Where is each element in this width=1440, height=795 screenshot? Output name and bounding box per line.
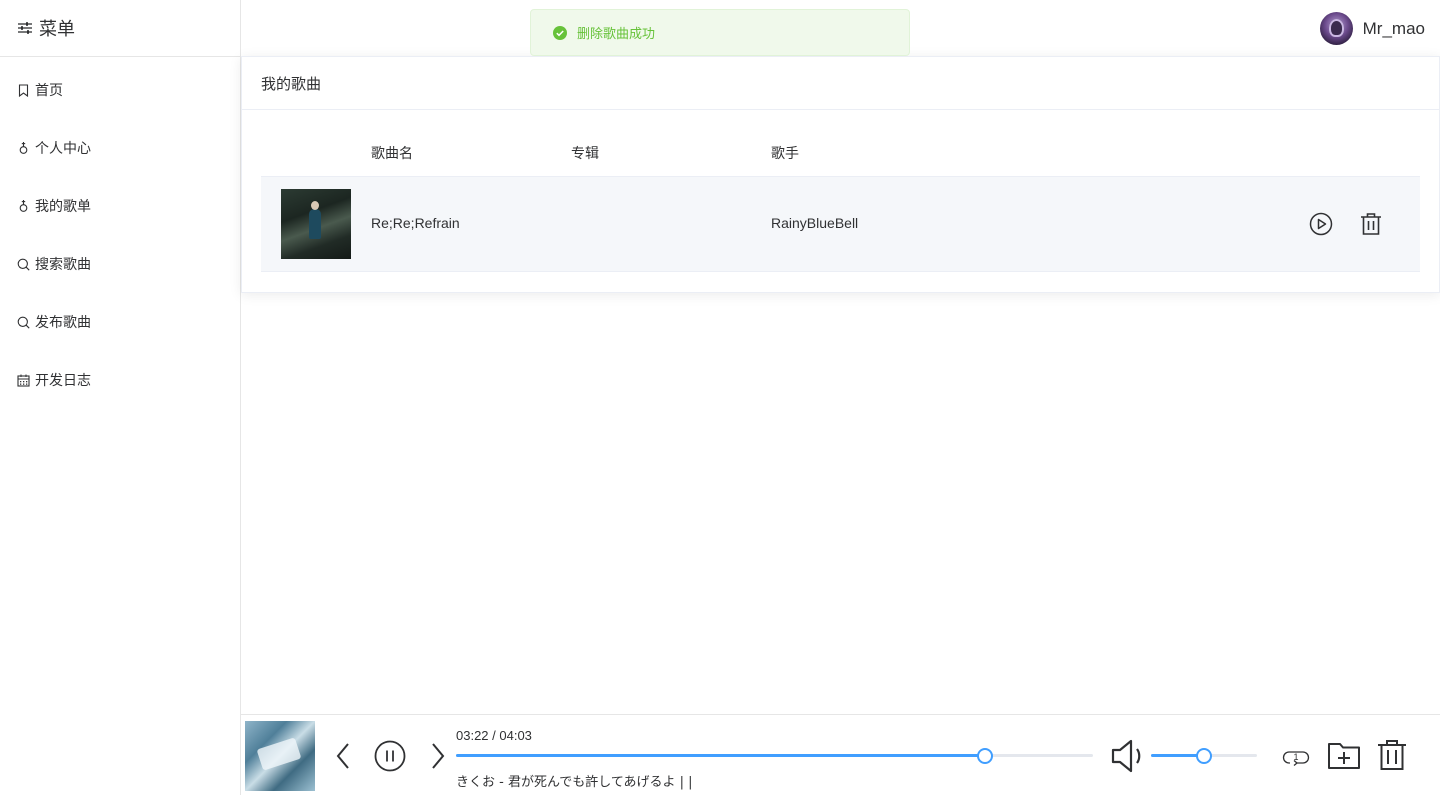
previous-track-button[interactable] bbox=[331, 741, 355, 771]
volume-knob[interactable] bbox=[1196, 748, 1212, 764]
user-menu[interactable]: Mr_mao bbox=[1319, 12, 1425, 45]
clear-playlist-button[interactable] bbox=[1376, 738, 1408, 772]
trash-icon bbox=[1361, 213, 1381, 235]
pause-button[interactable] bbox=[374, 740, 406, 772]
now-playing-cover bbox=[245, 721, 315, 791]
sidebar-item-label: 首页 bbox=[35, 82, 63, 98]
song-name-cell: Re;Re;Refrain bbox=[371, 215, 460, 231]
song-cover-image bbox=[281, 189, 351, 259]
male-icon bbox=[17, 200, 30, 213]
loop-count: 1 bbox=[1293, 752, 1298, 762]
table-row[interactable]: Re;Re;Refrain RainyBlueBell bbox=[261, 177, 1420, 272]
success-check-icon bbox=[553, 25, 567, 40]
column-header-song-name: 歌曲名 bbox=[371, 145, 413, 161]
chevron-right-icon bbox=[432, 743, 445, 769]
playback-time: 03:22 / 04:03 bbox=[456, 728, 532, 743]
next-track-button[interactable] bbox=[426, 741, 450, 771]
avatar[interactable] bbox=[1319, 12, 1353, 45]
calendar-icon bbox=[17, 374, 30, 387]
chevron-left-icon bbox=[336, 743, 349, 769]
trash-icon bbox=[1378, 740, 1406, 770]
sidebar-item-publish-song[interactable]: 发布歌曲 bbox=[0, 293, 240, 351]
artist-cell: RainyBlueBell bbox=[771, 215, 859, 231]
sidebar-menu: 首页 个人中心 我的歌单 搜索歌曲 发布歌曲 开发日志 bbox=[0, 57, 240, 409]
search-icon bbox=[17, 316, 30, 329]
sidebar-item-home[interactable]: 首页 bbox=[0, 61, 240, 119]
progress-fill bbox=[456, 754, 985, 757]
delete-song-button[interactable] bbox=[1358, 211, 1384, 237]
sidebar-item-label: 个人中心 bbox=[35, 140, 91, 156]
music-player-bar: 03:22 / 04:03 きくお - 君が死んでも許してあげるよ | | 1 bbox=[241, 714, 1440, 795]
table-header: 歌曲名 专辑 歌手 bbox=[261, 130, 1420, 177]
sliders-icon bbox=[18, 22, 32, 34]
folder-add-icon bbox=[1328, 743, 1360, 769]
success-toast: 删除歌曲成功 bbox=[530, 9, 910, 56]
column-header-artist: 歌手 bbox=[771, 145, 799, 161]
loop-mode-button[interactable]: 1 bbox=[1282, 743, 1312, 769]
my-songs-card: 我的歌曲 歌曲名 专辑 歌手 Re;Re;Refrain RainyBlueBe… bbox=[241, 56, 1440, 293]
toast-message: 删除歌曲成功 bbox=[577, 26, 656, 41]
volume-slider[interactable] bbox=[1151, 748, 1257, 764]
repeat-one-icon: 1 bbox=[1282, 751, 1310, 766]
progress-knob[interactable] bbox=[976, 748, 993, 764]
column-header-album: 专辑 bbox=[571, 145, 599, 161]
speaker-icon bbox=[1111, 739, 1141, 773]
sidebar-item-label: 开发日志 bbox=[35, 372, 91, 388]
current-lyric: きくお - 君が死んでも許してあげるよ | | bbox=[456, 775, 693, 790]
card-title: 我的歌曲 bbox=[242, 57, 1439, 110]
sidebar-item-dev-log[interactable]: 开发日志 bbox=[0, 351, 240, 409]
menu-title: 菜单 bbox=[39, 19, 75, 39]
progress-slider[interactable] bbox=[456, 748, 1093, 764]
bookmark-icon bbox=[17, 83, 30, 97]
sidebar-item-label: 我的歌单 bbox=[35, 198, 91, 214]
sidebar-item-label: 搜索歌曲 bbox=[35, 256, 91, 272]
add-to-playlist-button[interactable] bbox=[1327, 739, 1361, 771]
sidebar-item-profile[interactable]: 个人中心 bbox=[0, 119, 240, 177]
sidebar-header: 菜单 bbox=[0, 0, 240, 57]
sidebar-item-my-playlist[interactable]: 我的歌单 bbox=[0, 177, 240, 235]
sidebar-item-search-songs[interactable]: 搜索歌曲 bbox=[0, 235, 240, 293]
sidebar-item-label: 发布歌曲 bbox=[35, 314, 91, 330]
pause-circle-icon bbox=[374, 740, 406, 772]
songs-table: 歌曲名 专辑 歌手 Re;Re;Refrain RainyBlueBell bbox=[261, 130, 1420, 272]
play-circle-icon bbox=[1309, 212, 1333, 236]
search-icon bbox=[17, 258, 30, 271]
volume-button[interactable] bbox=[1109, 738, 1147, 774]
sidebar: 菜单 首页 个人中心 我的歌单 搜索歌曲 发布歌曲 开发日志 bbox=[0, 0, 241, 795]
male-icon bbox=[17, 142, 30, 155]
username: Mr_mao bbox=[1362, 18, 1425, 38]
play-song-button[interactable] bbox=[1308, 211, 1334, 237]
